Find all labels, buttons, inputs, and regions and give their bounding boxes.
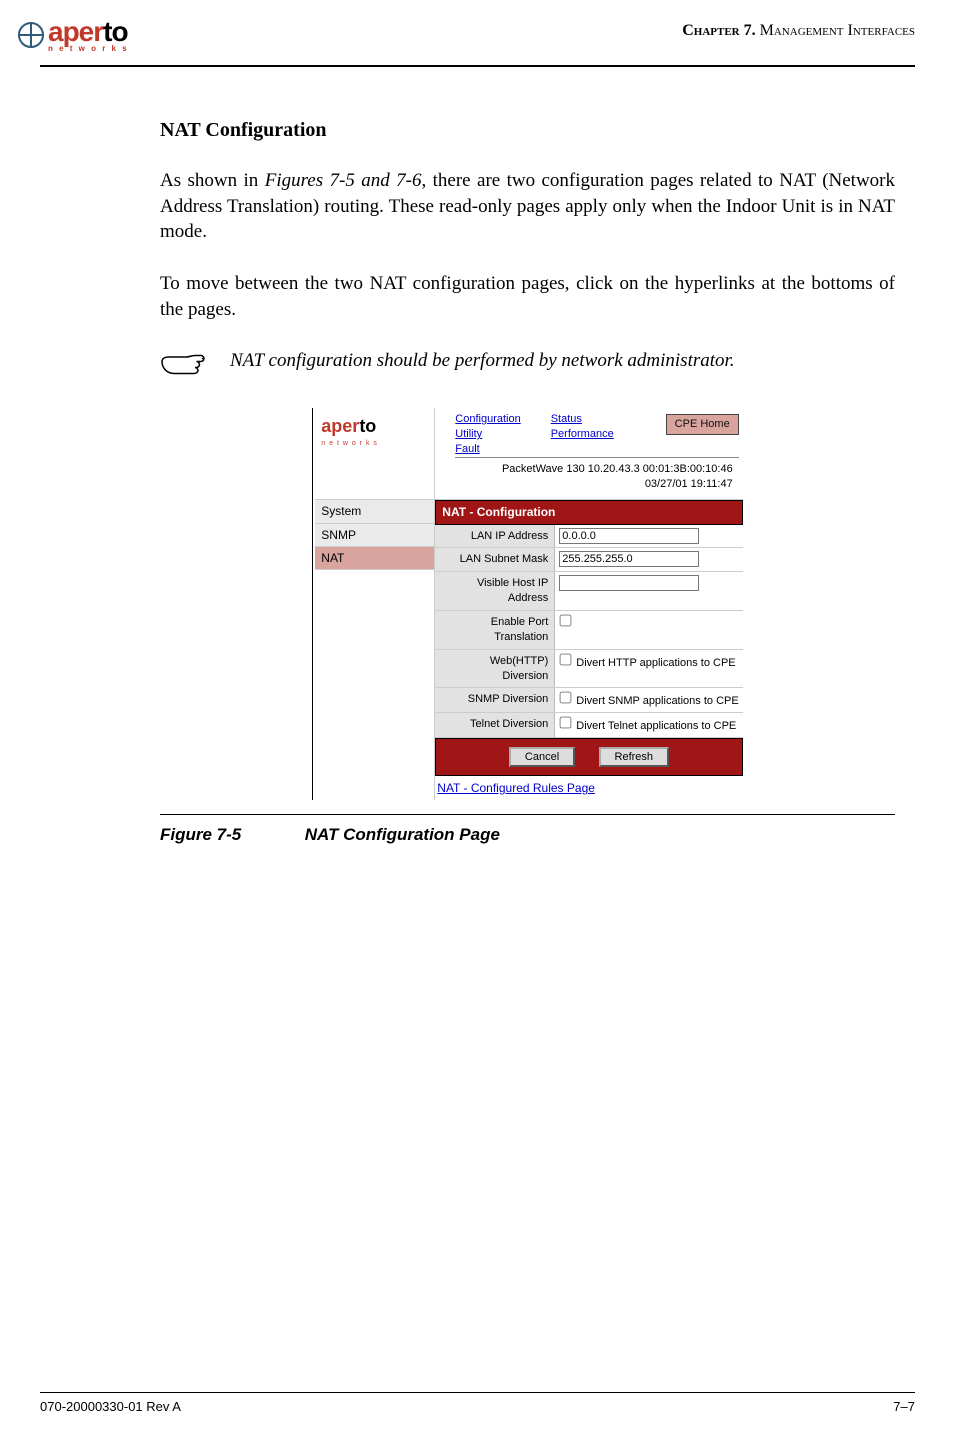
nav-status[interactable]: Status (551, 412, 614, 427)
note-text: NAT configuration should be performed by… (230, 348, 735, 374)
label-visible-host: Visible Host IP Address (435, 572, 555, 610)
check-enable-port[interactable] (560, 615, 572, 627)
figure-caption: Figure 7-5 NAT Configuration Page (0, 825, 955, 845)
chapter-prefix: Chapter 7. (682, 22, 759, 39)
device-info-line1: PacketWave 130 10.20.43.3 00:01:3B:00:10… (461, 462, 732, 477)
label-telnet-divert: Telnet Diversion (435, 713, 555, 737)
sidebar-item-snmp[interactable]: SNMP (315, 524, 434, 547)
side-nav: System SNMP NAT (315, 500, 435, 800)
doc-id: 070-20000330-01 Rev A (40, 1399, 181, 1414)
check-telnet-divert[interactable] (560, 717, 572, 729)
label-lan-ip: LAN IP Address (435, 525, 555, 548)
nav-configuration[interactable]: Configuration (455, 412, 520, 427)
panel-title: NAT - Configuration (435, 500, 742, 524)
figure-separator (160, 814, 895, 815)
note-block: NAT configuration should be performed by… (160, 348, 895, 378)
input-visible-host[interactable] (559, 575, 699, 591)
paragraph-2: To move between the two NAT configuratio… (160, 271, 895, 322)
figure-number: Figure 7-5 (160, 825, 300, 845)
label-subnet: LAN Subnet Mask (435, 548, 555, 571)
label-enable-port: Enable Port Translation (435, 611, 555, 649)
sidebar-item-system[interactable]: System (315, 500, 434, 523)
nav-performance[interactable]: Performance (551, 427, 614, 442)
pointing-hand-icon (160, 348, 206, 378)
embedded-screenshot: aperto n e t w o r k s Configuration Uti… (312, 408, 742, 800)
page-number: 7–7 (893, 1399, 915, 1414)
chapter-title: Management Interfaces (760, 22, 915, 39)
paragraph-1: As shown in Figures 7-5 and 7-6, there a… (160, 168, 895, 245)
figure-title: NAT Configuration Page (305, 825, 500, 844)
section-title: NAT Configuration (160, 117, 895, 144)
globe-icon (18, 22, 44, 48)
footer-rule (40, 1392, 915, 1393)
device-info-line2: 03/27/01 19:11:47 (461, 477, 732, 492)
check-snmp-divert[interactable] (560, 692, 572, 704)
refresh-button[interactable]: Refresh (599, 747, 670, 767)
nav-utility[interactable]: Utility (455, 427, 520, 442)
label-http-divert: Web(HTTP) Diversion (435, 650, 555, 688)
figure-reference: Figures 7-5 and 7-6 (265, 170, 422, 191)
nav-fault[interactable]: Fault (455, 442, 520, 457)
check-http-divert[interactable] (560, 653, 572, 665)
brand-logo: aperto n e t w o r k s (18, 16, 129, 53)
label-snmp-divert: SNMP Diversion (435, 688, 555, 712)
brand-text-2: to (103, 16, 127, 47)
chapter-header: Chapter 7. Management Interfaces (682, 22, 915, 40)
brand-text-1: aper (48, 16, 103, 47)
device-info-bar: PacketWave 130 10.20.43.3 00:01:3B:00:10… (455, 457, 738, 496)
input-lan-ip[interactable] (559, 528, 699, 544)
cpe-home-button[interactable]: CPE Home (666, 414, 739, 435)
brand-subtext: n e t w o r k s (48, 44, 129, 53)
sidebar-item-nat[interactable]: NAT (315, 547, 434, 570)
input-subnet[interactable] (559, 551, 699, 567)
configured-rules-link[interactable]: NAT - Configured Rules Page (435, 776, 742, 800)
cancel-button[interactable]: Cancel (509, 747, 575, 767)
ss-logo: aperto n e t w o r k s (315, 408, 435, 500)
button-bar: Cancel Refresh (435, 738, 742, 776)
